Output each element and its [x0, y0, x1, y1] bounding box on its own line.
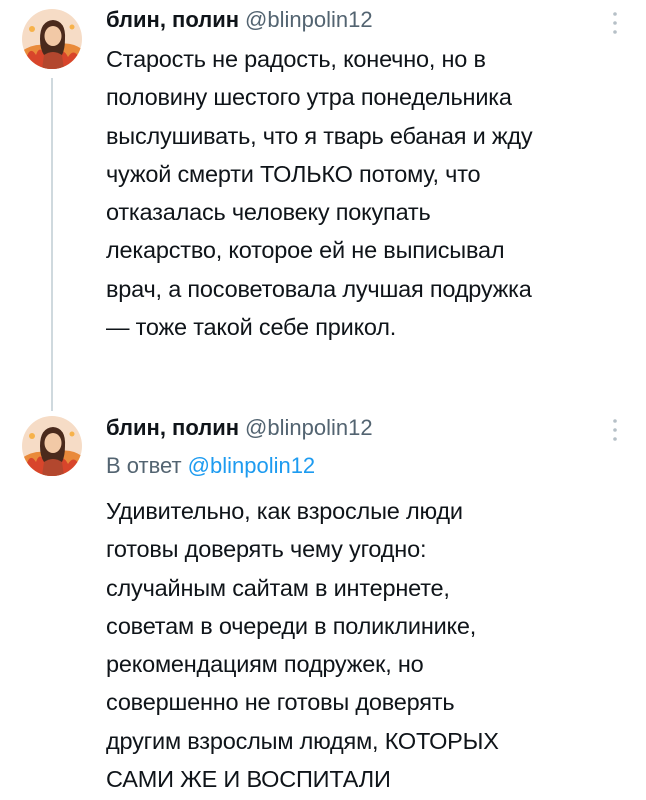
- avatar[interactable]: [22, 9, 82, 69]
- text-line: чужой смерти ТОЛЬКО потому, что: [106, 160, 481, 187]
- text-line: отказалась человеку покупать: [106, 199, 431, 226]
- user-handle[interactable]: @blinpolin12: [245, 7, 373, 32]
- text-line: совершенно не готовы доверять: [106, 689, 455, 716]
- display-name[interactable]: блин, полин: [106, 7, 239, 32]
- tweet-text: Старость не радость, конечно, но в полов…: [106, 40, 636, 346]
- display-name[interactable]: блин, полин: [106, 415, 239, 440]
- text-line: выслушивать, что я тварь ебаная и жду: [106, 122, 533, 149]
- text-line: готовы доверять чему угодно:: [106, 536, 427, 563]
- more-vertical-icon[interactable]: [612, 11, 618, 35]
- reply-label: В ответ: [106, 453, 182, 478]
- reply-to-line: В ответ @blinpolin12: [106, 452, 315, 480]
- text-line: половину шестого утра понедельника: [106, 84, 512, 111]
- tweet[interactable]: блин, полин @blinpolin12 В ответ @blinpoli…: [0, 400, 646, 800]
- tweet-header: блин, полин @blinpolin12: [106, 414, 373, 442]
- text-line: Старость не радость, конечно, но в: [106, 46, 486, 72]
- text-line: советам в очереди в поликлинике,: [106, 612, 477, 639]
- text-line: врач, а посоветовала лучшая подружка: [106, 275, 532, 302]
- tweet-text: Удивительно, как взрослые люди готовы до…: [106, 492, 636, 798]
- text-line: САМИ ЖЕ И ВОСПИТАЛИ: [106, 766, 391, 793]
- tweet-header: блин, полин @blinpolin12: [106, 6, 373, 34]
- text-line: Удивительно, как взрослые люди: [106, 498, 463, 524]
- tweet[interactable]: блин, полин @blinpolin12 Старость не радо…: [0, 0, 646, 411]
- more-vertical-icon[interactable]: [612, 418, 618, 442]
- thread-line: [51, 78, 53, 411]
- text-line: лекарство, которое ей не выписывал: [106, 237, 505, 264]
- text-line: случайным сайтам в интернете,: [106, 574, 450, 601]
- text-line: — тоже такой себе прикол.: [106, 314, 397, 341]
- avatar[interactable]: [22, 416, 82, 476]
- user-handle[interactable]: @blinpolin12: [245, 415, 373, 440]
- text-line: другим взрослым людям, КОТОРЫХ: [106, 727, 499, 754]
- reply-handle-link[interactable]: @blinpolin12: [188, 453, 316, 478]
- text-line: рекомендациям подружек, но: [106, 651, 424, 678]
